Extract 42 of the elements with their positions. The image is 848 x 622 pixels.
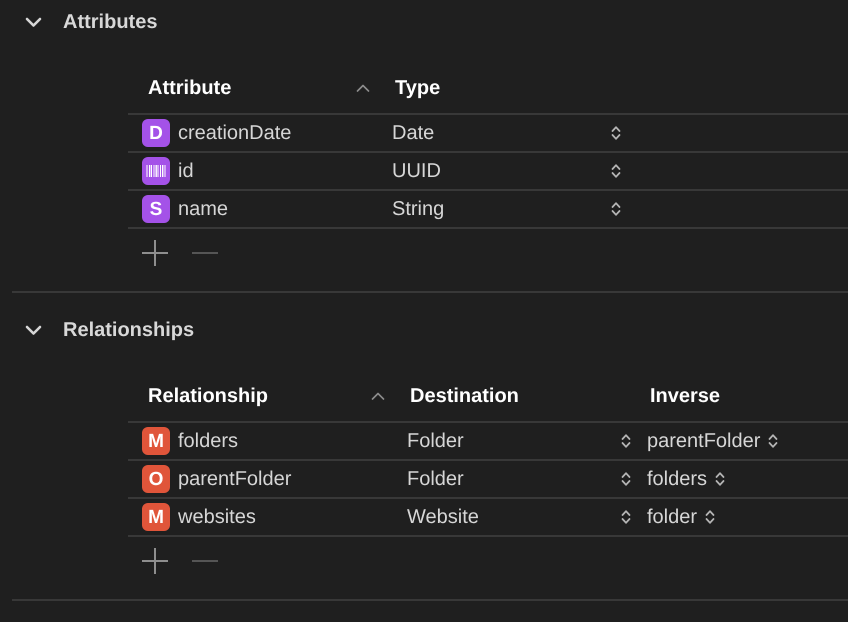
popup-button[interactable]: UUID	[385, 156, 630, 186]
type-badge: O	[142, 465, 170, 493]
up-down-arrows-icon	[768, 432, 778, 450]
popup-button[interactable]: Date	[385, 118, 630, 148]
column-header[interactable]: Type	[395, 72, 440, 102]
type-badge: M	[142, 427, 170, 455]
minus-icon	[192, 559, 218, 563]
up-down-arrows-icon	[715, 470, 726, 488]
popup-button[interactable]: Folder	[400, 464, 640, 494]
column-header[interactable]: Attribute	[148, 72, 232, 102]
column-header[interactable]: Inverse	[650, 380, 720, 410]
up-down-arrows-icon	[621, 470, 631, 488]
popup-button[interactable]: folder	[640, 502, 716, 532]
section-title: Attributes	[63, 10, 158, 35]
plus-icon	[142, 240, 168, 266]
table-cell-text: id	[178, 159, 194, 184]
minus-icon	[192, 251, 218, 255]
section-title: Relationships	[63, 318, 194, 343]
popup-button[interactable]: Folder	[400, 426, 640, 456]
up-down-arrows-icon	[611, 162, 621, 180]
up-down-arrows-icon	[621, 508, 631, 526]
add-button[interactable]	[142, 240, 168, 266]
up-down-arrows-icon	[705, 508, 716, 526]
table-cell-text: websites	[178, 505, 256, 530]
column-header[interactable]: Relationship	[148, 380, 268, 410]
up-down-arrows-icon	[621, 432, 631, 450]
up-down-arrows-icon	[611, 124, 621, 142]
popup-button[interactable]: String	[385, 194, 630, 224]
table-cell-text: parentFolder	[178, 467, 292, 492]
popup-button[interactable]: Website	[400, 502, 640, 532]
plus-icon	[142, 548, 168, 574]
table-cell-text: folders	[178, 429, 238, 454]
column-header[interactable]: Destination	[410, 380, 519, 410]
type-badge: D	[142, 119, 170, 147]
add-button[interactable]	[142, 548, 168, 574]
type-badge: S	[142, 195, 170, 223]
table-cell-text: name	[178, 197, 228, 222]
popup-button[interactable]: parentFolder	[640, 426, 778, 456]
popup-button[interactable]: folders	[640, 464, 726, 494]
up-down-arrows-icon	[611, 200, 621, 218]
table-cell-text: creationDate	[178, 121, 292, 146]
type-badge: M	[142, 503, 170, 531]
